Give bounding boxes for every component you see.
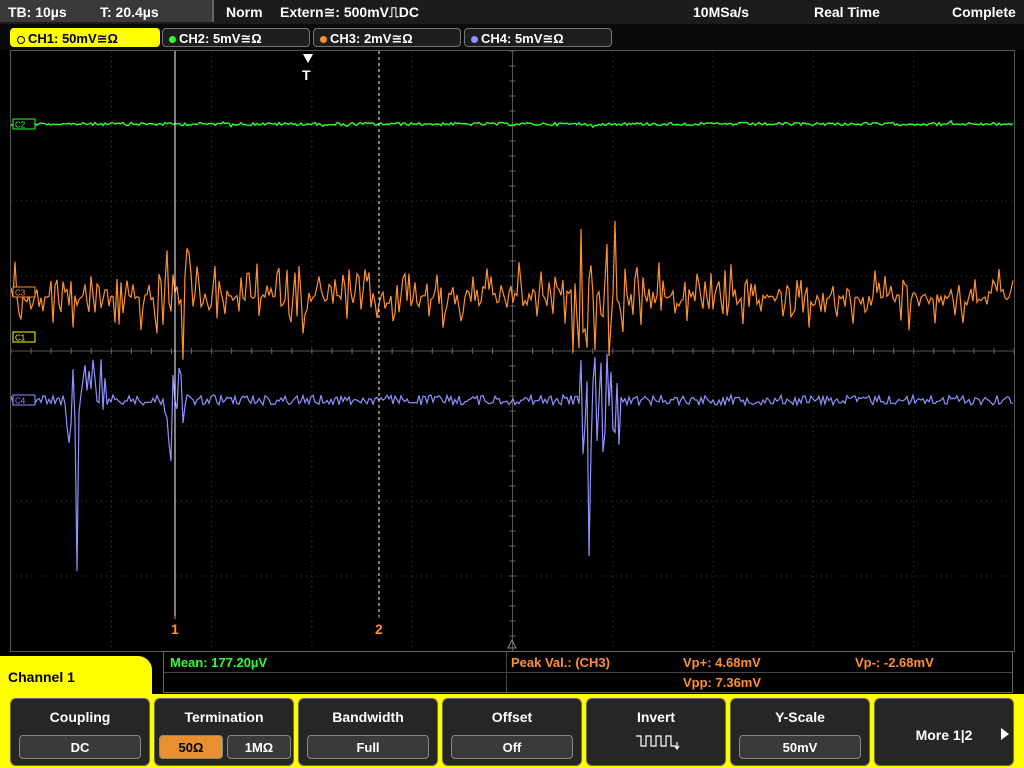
termination-label: Termination [184, 709, 264, 725]
yscale-value: 50mV [739, 735, 861, 759]
trigger-mode[interactable]: Norm [226, 4, 263, 20]
more-label: More 1|2 [915, 727, 973, 743]
peak-value-label: Peak Val.: (CH3) [511, 655, 610, 670]
yscale-label: Y-Scale [775, 709, 825, 725]
sample-rate: 10MSa/s [693, 4, 750, 20]
status-bar: TB: 10µs T: 20.4µs Norm Extern≅: 500mV⎍D… [0, 0, 1024, 24]
cursor-1-label[interactable]: 1 [171, 621, 179, 637]
vp-minus-value: Vp-: -2.68mV [855, 655, 934, 670]
offset-label: Offset [491, 709, 533, 725]
mean-value: Mean: 177.20µV [170, 655, 268, 670]
ch2-offset-marker[interactable]: C2 [12, 118, 36, 130]
meas-divider [164, 672, 1012, 673]
tab-ch1[interactable]: CH1: 50mV≅Ω [10, 28, 160, 47]
channel-tabs: CH1: 50mV≅Ω CH2: 5mV≅Ω CH3: 2mV≅Ω CH4: 5… [0, 24, 1024, 50]
ch3-dot-icon [320, 36, 327, 44]
tab-ch3[interactable]: CH3: 2mV≅Ω [313, 28, 461, 47]
bandwidth-label: Bandwidth [332, 709, 404, 725]
ch3-marker-label: C3 [15, 289, 26, 298]
more-arrow-icon [1001, 728, 1009, 740]
graticule [11, 51, 1014, 651]
acquisition-state: Complete [952, 4, 1016, 20]
yscale-button[interactable]: Y-Scale 50mV [730, 698, 870, 766]
vp-plus-value: Vp+: 4.68mV [683, 655, 761, 670]
bandwidth-value: Full [307, 735, 429, 759]
termination-button[interactable]: Termination 50Ω 1MΩ [154, 698, 294, 766]
tab-ch4-label: CH4: 5mV≅Ω [481, 31, 564, 46]
termination-50ohm-option[interactable]: 50Ω [159, 735, 223, 759]
offset-button[interactable]: Offset Off [442, 698, 582, 766]
invert-waveform-icon [636, 735, 680, 751]
timebase-value: TB: 10µs [8, 4, 67, 20]
cursor-2-label[interactable]: 2 [375, 621, 383, 637]
waveform-svg: 1 2 T C2 C3 C1 C4 [11, 51, 1014, 651]
bandwidth-button[interactable]: Bandwidth Full [298, 698, 438, 766]
trigger-position-label: T [302, 67, 311, 83]
softkey-bar: Coupling DC Termination 50Ω 1MΩ Bandwidt… [0, 694, 1024, 768]
vpp-value: Vpp: 7.36mV [683, 675, 762, 690]
tab-ch4[interactable]: CH4: 5mV≅Ω [464, 28, 612, 47]
ch4-dot-icon [471, 36, 478, 44]
more-button[interactable]: More 1|2 [874, 698, 1014, 766]
offset-value: Off [451, 735, 573, 759]
invert-button[interactable]: Invert [586, 698, 726, 766]
ch2-marker-label: C2 [15, 121, 26, 130]
waveform-display[interactable]: 1 2 T C2 C3 C1 C4 [10, 50, 1015, 652]
termination-1mohm-option[interactable]: 1MΩ [227, 735, 291, 759]
coupling-button[interactable]: Coupling DC [10, 698, 150, 766]
coupling-label: Coupling [49, 709, 111, 725]
ch2-dot-icon [169, 36, 176, 44]
ch1-dot-icon [17, 35, 25, 44]
ch1-marker-label: C1 [15, 334, 26, 343]
tab-ch2[interactable]: CH2: 5mV≅Ω [162, 28, 310, 47]
acquisition-mode: Real Time [814, 4, 880, 20]
trigger-time-value: T: 20.4µs [100, 4, 159, 20]
tab-ch2-label: CH2: 5mV≅Ω [179, 31, 262, 46]
ch1-offset-marker[interactable]: C1 [12, 331, 36, 343]
ch3-offset-marker[interactable]: C3 [12, 286, 36, 298]
tab-ch1-label: CH1: 50mV≅Ω [28, 31, 118, 46]
measurement-bar[interactable]: Mean: 177.20µV Peak Val.: (CH3) Vp+: 4.6… [163, 651, 1013, 693]
trigger-source[interactable]: Extern≅: 500mV⎍DC [280, 4, 419, 21]
invert-label: Invert [636, 709, 676, 725]
coupling-value: DC [19, 735, 141, 759]
ch4-marker-label: C4 [15, 397, 26, 406]
menu-title: Channel 1 [0, 656, 152, 698]
meas-vdivider [506, 652, 507, 692]
tab-ch3-label: CH3: 2mV≅Ω [330, 31, 413, 46]
ch4-offset-marker[interactable]: C4 [12, 394, 36, 406]
